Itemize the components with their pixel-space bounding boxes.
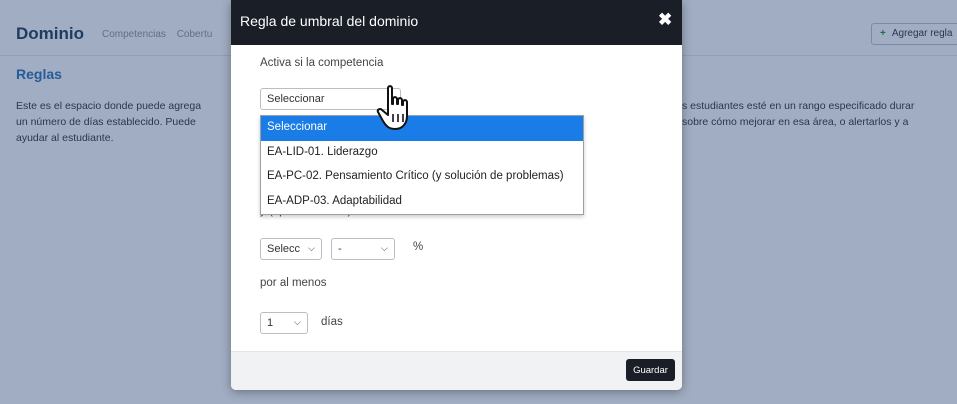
modal-title: Regla de umbral del dominio — [240, 13, 419, 29]
dropdown-option[interactable]: Seleccionar — [261, 116, 583, 141]
competence-label: Activa si la competencia — [260, 57, 384, 69]
days-select[interactable]: 1 ⌵ — [260, 312, 308, 334]
modal-header: Regla de umbral del dominio ✖ — [231, 0, 682, 45]
days-select-value: 1 — [267, 317, 274, 329]
chevron-down-icon: ⌵ — [294, 317, 301, 327]
chevron-down-icon: ⌵ — [308, 243, 315, 253]
dropdown-option[interactable]: EA-ADP-03. Adaptabilidad — [261, 190, 583, 215]
dropdown-option[interactable]: EA-PC-02. Pensamiento Crítico (y solució… — [261, 165, 583, 190]
save-button[interactable]: Guardar — [626, 359, 675, 381]
percent-label: % — [413, 241, 424, 253]
percent-value-select[interactable]: - ⌵ — [331, 238, 395, 260]
operator-select[interactable]: Selecc ⌵ — [260, 238, 322, 260]
chevron-down-icon: ⌵ — [381, 243, 388, 253]
at-least-label: por al menos — [260, 277, 327, 289]
modal-footer: Guardar — [231, 351, 682, 390]
close-icon[interactable]: ✖ — [658, 10, 672, 30]
dropdown-option[interactable]: EA-LID-01. Liderazgo — [261, 141, 583, 166]
percent-value-select-value: - — [338, 243, 342, 255]
hand-pointer-icon — [376, 85, 408, 130]
competence-dropdown-list: Seleccionar EA-LID-01. Liderazgo EA-PC-0… — [260, 115, 584, 215]
operator-select-value: Selecc — [267, 243, 301, 255]
days-label: días — [321, 316, 343, 328]
competence-select-value: Seleccionar — [267, 93, 325, 105]
